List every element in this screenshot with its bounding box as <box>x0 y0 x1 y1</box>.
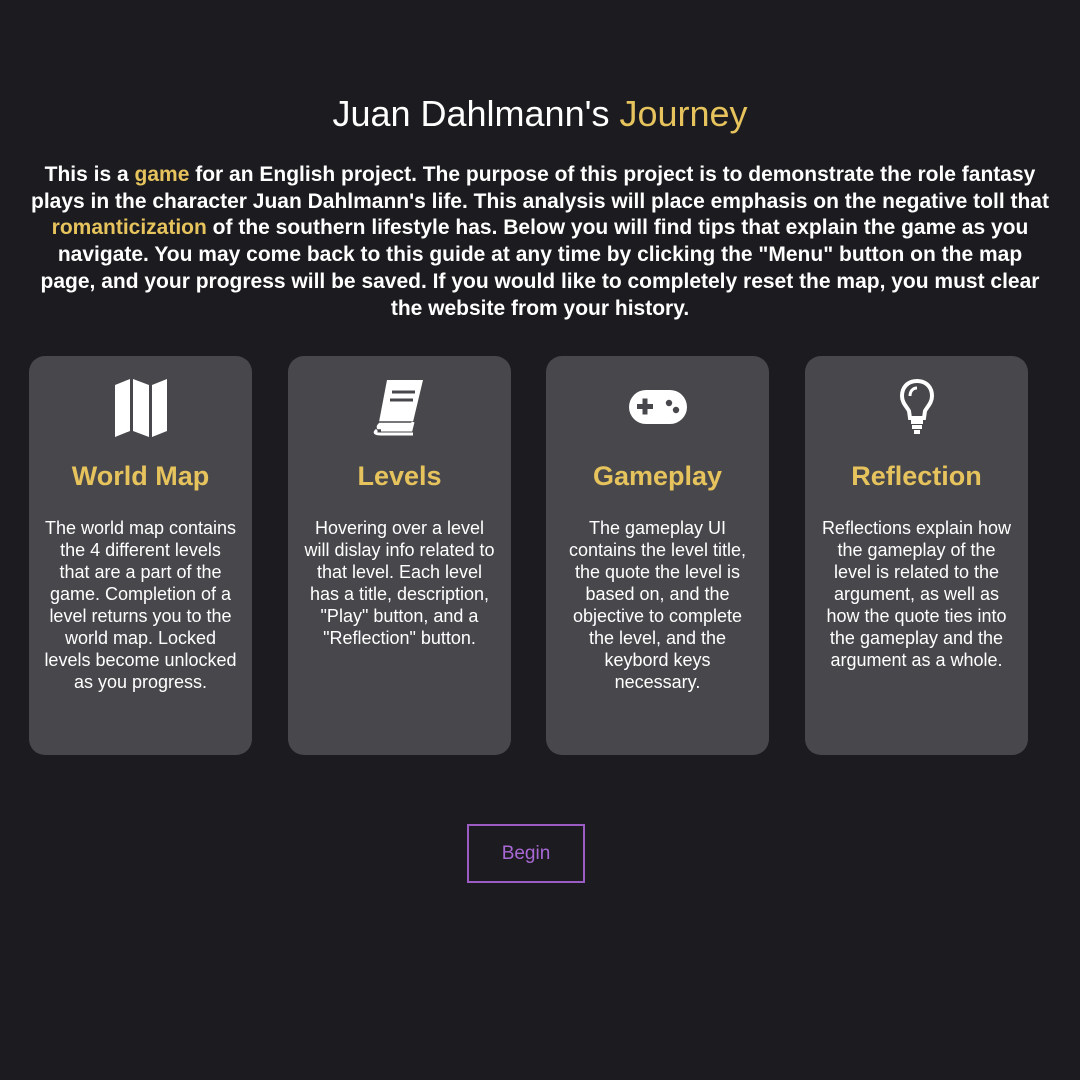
guide-page: Juan Dahlmann's Journey This is a game f… <box>0 0 1080 1080</box>
card-description: Hovering over a level will dislay info r… <box>304 518 495 648</box>
card-gameplay: Gameplay The gameplay UI contains the le… <box>546 356 769 755</box>
map-icon <box>29 374 252 440</box>
page-title-main: Juan Dahlmann's <box>332 93 620 134</box>
begin-button[interactable]: Begin <box>467 824 585 883</box>
card-title: Reflection <box>851 461 982 491</box>
page-title: Juan Dahlmann's Journey <box>0 92 1080 136</box>
romanticization-link[interactable]: romanticization <box>52 216 207 239</box>
book-icon <box>288 374 511 440</box>
game-link[interactable]: game <box>135 163 190 186</box>
card-description: Reflections explain how the gameplay of … <box>821 518 1012 670</box>
tips-cards: World Map The world map contains the 4 d… <box>29 356 1029 756</box>
card-title: Levels <box>357 461 442 491</box>
intro-text-1: This is a <box>44 163 135 186</box>
card-title: Gameplay <box>592 461 723 491</box>
intro-paragraph: This is a game for an English project. T… <box>30 162 1050 322</box>
page-title-accent: Journey <box>619 93 748 134</box>
card-levels: Levels Hovering over a level will dislay… <box>288 356 511 755</box>
lightbulb-icon <box>805 374 1028 440</box>
card-world-map: World Map The world map contains the 4 d… <box>29 356 252 755</box>
card-description: The world map contains the 4 different l… <box>44 518 237 692</box>
gamepad-icon <box>546 374 769 440</box>
card-description: The gameplay UI contains the level title… <box>568 518 747 692</box>
card-reflection: Reflection Reflections explain how the g… <box>805 356 1028 755</box>
card-title: World Map <box>71 461 210 491</box>
